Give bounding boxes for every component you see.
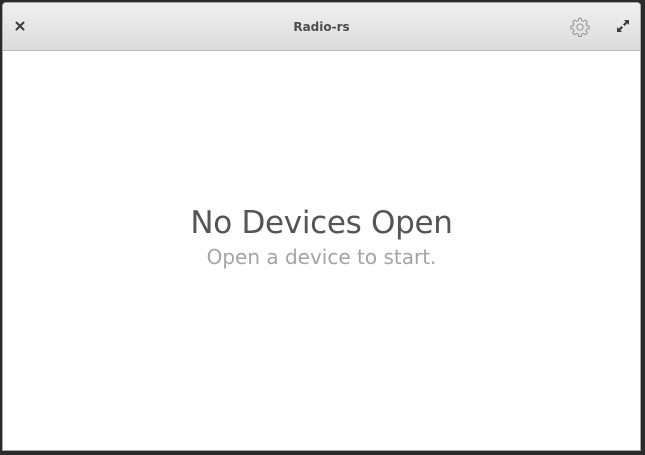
gear-icon bbox=[570, 17, 590, 37]
app-window: Radio-rs No Devices Open Open a device t… bbox=[2, 2, 641, 451]
window-title: Radio-rs bbox=[293, 20, 350, 34]
header-bar: Radio-rs bbox=[3, 3, 640, 51]
maximize-button[interactable] bbox=[614, 17, 632, 35]
main-content: No Devices Open Open a device to start. bbox=[3, 51, 640, 450]
empty-state-title: No Devices Open bbox=[190, 205, 453, 241]
maximize-icon bbox=[617, 20, 629, 32]
close-button[interactable] bbox=[11, 17, 29, 35]
close-icon bbox=[15, 21, 25, 31]
empty-state: No Devices Open Open a device to start. bbox=[3, 203, 640, 270]
settings-button[interactable] bbox=[568, 15, 592, 39]
empty-state-subtitle: Open a device to start. bbox=[206, 245, 437, 269]
